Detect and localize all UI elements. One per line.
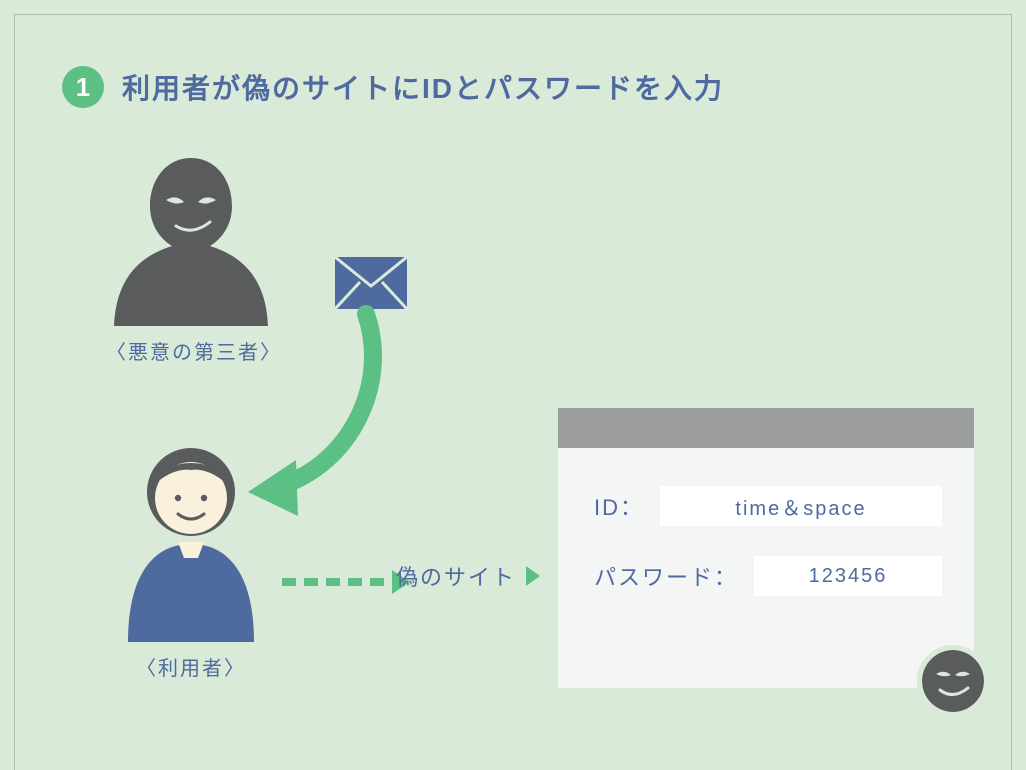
window-title-bar [558, 408, 974, 448]
id-field[interactable]: time＆space [660, 486, 942, 526]
fake-site-label: 偽のサイト [396, 560, 540, 592]
attacker-silhouette-icon [112, 158, 270, 326]
user-label: 〈利用者〉 [106, 652, 276, 681]
step-number-badge: 1 [62, 66, 104, 108]
arrow-user-to-site [282, 570, 410, 594]
login-id-row: ID： time＆space [594, 486, 942, 526]
spy-face-icon [922, 650, 984, 712]
fake-login-window: ID： time＆space パスワード： 123456 [558, 408, 974, 688]
step-title-row: 1 利用者が偽のサイトにIDとパスワードを入力 [62, 66, 724, 108]
id-label: ID： [594, 490, 644, 522]
fake-site-text: 偽のサイト [396, 560, 516, 592]
arrow-head-icon [526, 566, 540, 586]
password-label: パスワード： [594, 560, 738, 592]
login-form-body: ID： time＆space パスワード： 123456 [558, 448, 974, 596]
login-password-row: パスワード： 123456 [594, 556, 942, 596]
password-field[interactable]: 123456 [754, 556, 942, 596]
step-title-text: 利用者が偽のサイトにIDとパスワードを入力 [122, 67, 724, 107]
user-figure: 〈利用者〉 [106, 444, 276, 681]
user-person-icon [112, 444, 270, 642]
